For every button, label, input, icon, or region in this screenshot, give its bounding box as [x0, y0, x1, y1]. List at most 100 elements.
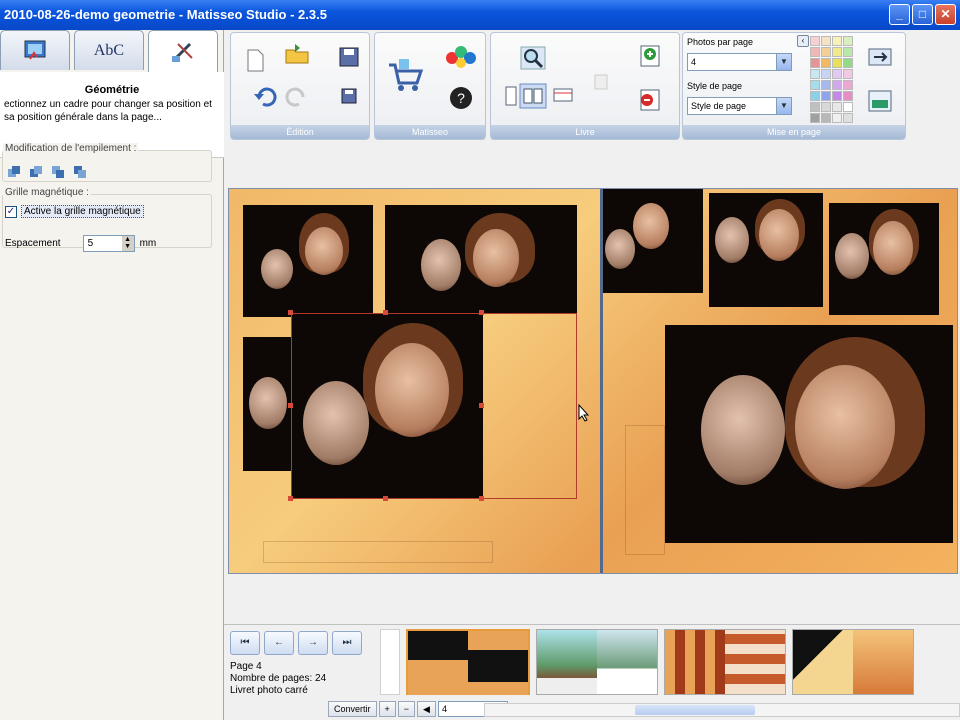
color-swatch[interactable] [821, 58, 831, 68]
zoom-in-button[interactable]: + [378, 701, 396, 717]
first-page-button[interactable]: ⏮ [230, 631, 260, 655]
tab-geometry[interactable] [148, 30, 218, 72]
prev-thumb-button[interactable]: ◀ [417, 701, 436, 717]
color-swatch[interactable] [810, 91, 820, 101]
arrange-icon[interactable] [866, 44, 894, 70]
resize-handle[interactable] [479, 496, 484, 501]
redo-icon[interactable] [283, 83, 311, 109]
thumbnail-spread-current[interactable] [406, 629, 530, 695]
minimize-button[interactable]: _ [889, 4, 910, 25]
resize-handle[interactable] [288, 403, 293, 408]
undo-icon[interactable] [251, 83, 279, 109]
photo-frame[interactable] [243, 205, 373, 317]
help-icon[interactable]: ? [447, 85, 475, 111]
photo-frame[interactable] [385, 205, 577, 313]
color-swatch[interactable] [810, 113, 820, 123]
color-swatch[interactable] [832, 113, 842, 123]
resize-handle[interactable] [479, 403, 484, 408]
spread-view-icon[interactable] [519, 83, 547, 109]
color-swatch[interactable] [810, 69, 820, 79]
save-as-icon[interactable] [335, 83, 363, 109]
save-icon[interactable] [335, 45, 363, 71]
color-swatch[interactable] [810, 47, 820, 57]
color-swatch[interactable] [832, 58, 842, 68]
color-swatch[interactable] [810, 102, 820, 112]
color-swatch[interactable] [832, 102, 842, 112]
thumbnail-spread[interactable] [664, 629, 786, 695]
color-swatch[interactable] [821, 91, 831, 101]
color-swatch[interactable] [843, 91, 853, 101]
bring-forward-icon[interactable] [29, 165, 43, 179]
page-style-select[interactable]: Style de page ▼ [687, 97, 792, 115]
next-page-button[interactable]: → [298, 631, 328, 655]
print-layout-icon[interactable] [549, 83, 577, 109]
color-swatch[interactable] [832, 69, 842, 79]
bring-front-icon[interactable] [7, 165, 21, 179]
maximize-button[interactable]: □ [912, 4, 933, 25]
open-folder-icon[interactable] [283, 41, 311, 67]
color-swatch[interactable] [843, 47, 853, 57]
close-button[interactable]: ✕ [935, 4, 956, 25]
spacing-stepper[interactable]: 5 ▲ ▼ [82, 235, 135, 252]
add-page-icon[interactable] [635, 43, 663, 69]
tab-photos[interactable] [0, 30, 70, 70]
scrollbar-thumb[interactable] [635, 705, 755, 715]
paint-splash-icon[interactable] [443, 43, 479, 71]
prev-page-button[interactable]: ← [264, 631, 294, 655]
collapse-button[interactable]: ‹ [797, 35, 809, 47]
resize-handle[interactable] [383, 310, 388, 315]
thumbnail-scrollbar[interactable] [484, 703, 960, 717]
checkbox-box[interactable]: ✓ [5, 205, 17, 218]
send-back-icon[interactable] [73, 165, 87, 179]
color-swatch[interactable] [832, 80, 842, 90]
color-swatch[interactable] [821, 113, 831, 123]
send-backward-icon[interactable] [51, 165, 65, 179]
resize-handle[interactable] [383, 496, 388, 501]
resize-handle[interactable] [479, 310, 484, 315]
color-swatch[interactable] [832, 47, 842, 57]
zoom-icon[interactable] [519, 45, 547, 71]
text-placeholder[interactable] [263, 541, 493, 563]
magnetic-grid-checkbox[interactable]: ✓ Active la grille magnétique [5, 205, 144, 218]
panel-description: ectionnez un cadre pour changer sa posit… [4, 99, 212, 123]
color-palette[interactable] [810, 36, 853, 123]
zoom-out-button[interactable]: − [397, 701, 416, 717]
color-swatch[interactable] [843, 80, 853, 90]
color-swatch[interactable] [832, 36, 842, 46]
photos-per-page-select[interactable]: 4 ▼ [687, 53, 792, 71]
empty-frame[interactable] [625, 425, 665, 555]
color-swatch[interactable] [810, 36, 820, 46]
last-page-button[interactable]: ⏭ [332, 631, 362, 655]
color-swatch[interactable] [843, 113, 853, 123]
resize-handle[interactable] [288, 310, 293, 315]
color-swatch[interactable] [810, 58, 820, 68]
photo-frame[interactable] [243, 337, 293, 471]
spin-buttons[interactable]: ▲ ▼ [121, 236, 134, 251]
color-swatch[interactable] [843, 102, 853, 112]
color-swatch[interactable] [810, 80, 820, 90]
color-swatch[interactable] [821, 47, 831, 57]
color-swatch[interactable] [821, 80, 831, 90]
tab-text[interactable]: AbC [74, 30, 144, 70]
convert-button[interactable]: Convertir [328, 701, 377, 717]
color-swatch[interactable] [843, 58, 853, 68]
photo-frame[interactable] [603, 189, 703, 293]
resize-handle[interactable] [288, 496, 293, 501]
color-swatch[interactable] [843, 69, 853, 79]
thumbnail-spread[interactable] [792, 629, 914, 695]
photo-frame[interactable] [709, 193, 823, 307]
new-page-icon[interactable] [241, 47, 269, 73]
color-swatch[interactable] [832, 91, 842, 101]
remove-page-icon[interactable] [635, 87, 663, 113]
page-spread[interactable] [228, 188, 958, 574]
selection-frame[interactable] [291, 313, 577, 499]
color-swatch[interactable] [821, 102, 831, 112]
shop-cart-icon[interactable] [385, 55, 425, 95]
photo-frame[interactable] [665, 325, 953, 543]
photo-frame[interactable] [829, 203, 939, 315]
thumbnail-spread[interactable] [536, 629, 658, 695]
background-icon[interactable] [866, 88, 894, 114]
color-swatch[interactable] [843, 36, 853, 46]
color-swatch[interactable] [821, 69, 831, 79]
color-swatch[interactable] [821, 36, 831, 46]
